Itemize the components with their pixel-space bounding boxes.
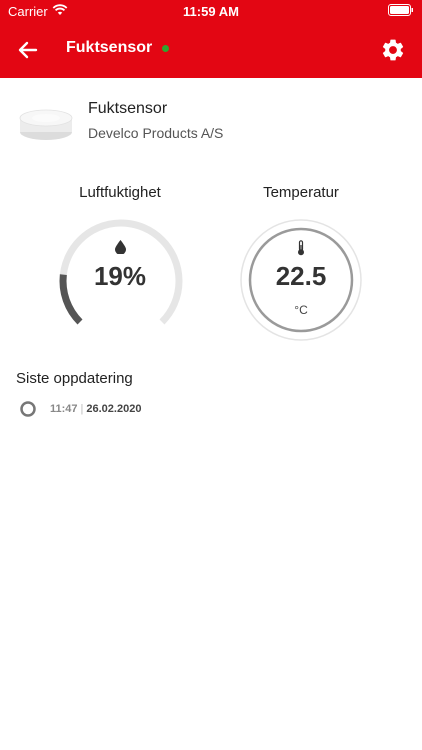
status-time: 11:59 AM xyxy=(183,4,239,19)
online-status-dot xyxy=(162,45,169,52)
temperature-label: Temperatur xyxy=(263,184,339,201)
last-update-separator: | xyxy=(80,403,84,415)
status-bar: Carrier 11:59 AM xyxy=(0,0,422,22)
last-update-time: 11:47 xyxy=(50,403,78,415)
droplet-icon xyxy=(115,240,126,254)
status-ring-icon xyxy=(20,401,36,417)
last-update-date: 26.02.2020 xyxy=(86,403,142,415)
device-image xyxy=(19,109,73,140)
humidity-label: Luftfuktighet xyxy=(79,184,161,201)
back-arrow-icon[interactable] xyxy=(16,38,40,62)
thermometer-icon xyxy=(298,240,304,256)
humidity-value: 19% xyxy=(93,261,147,291)
gear-icon[interactable] xyxy=(380,37,406,63)
last-update-title: Siste oppdatering xyxy=(16,370,133,387)
nav-bar: Fuktsensor xyxy=(0,22,422,78)
battery-icon xyxy=(388,4,413,16)
page-title: Fuktsensor xyxy=(66,39,153,56)
temperature-value: 22.5 xyxy=(275,261,327,291)
device-manufacturer: Develco Products A/S xyxy=(88,125,224,141)
temperature-unit: °C xyxy=(294,303,308,317)
last-update-row: 11:47 | 26.02.2020 xyxy=(20,400,141,418)
device-name: Fuktsensor xyxy=(88,100,168,117)
